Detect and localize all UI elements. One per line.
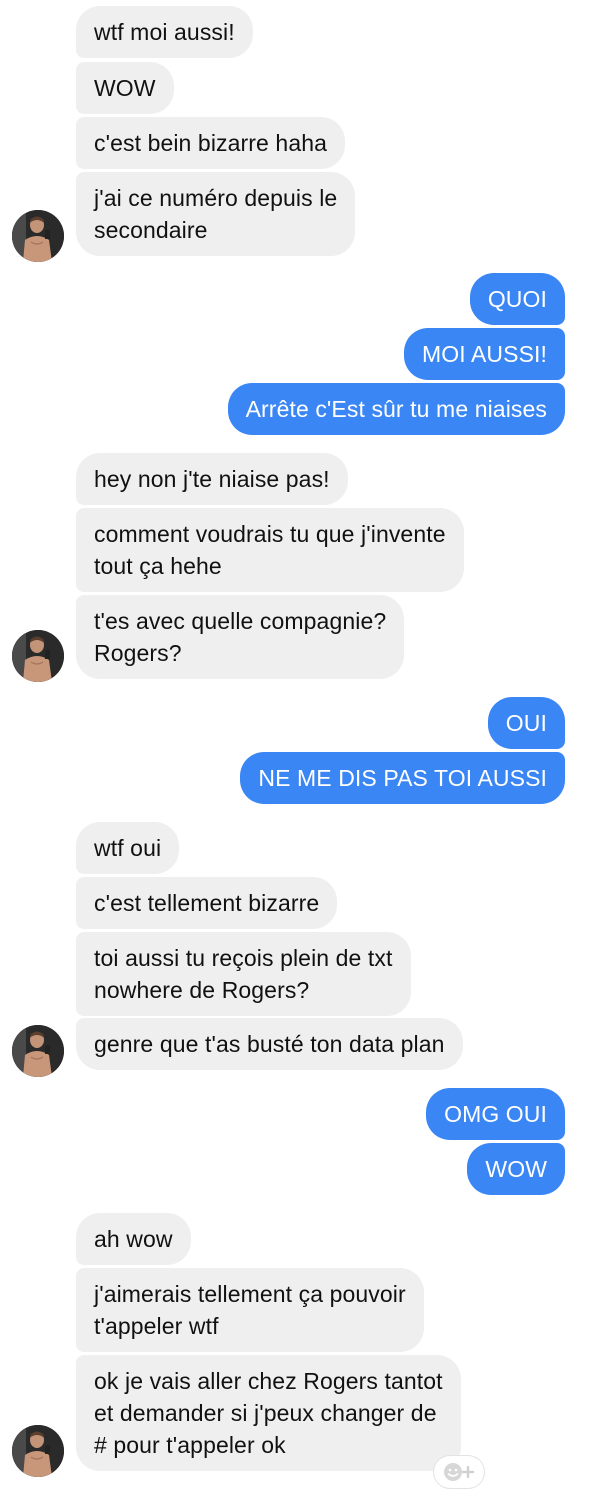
received-message[interactable]: j'aimerais tellement ça pouvoir t'appele… — [76, 1268, 424, 1352]
contact-avatar[interactable] — [12, 1425, 64, 1477]
sent-message[interactable]: QUOI — [469, 273, 565, 325]
sent-message[interactable]: MOI AUSSI! — [404, 328, 565, 380]
received-message[interactable]: t'es avec quelle compagnie? Rogers? — [76, 595, 405, 679]
received-message[interactable]: hey non j'te niaise pas! — [76, 453, 348, 505]
sent-message[interactable]: OUI — [487, 697, 565, 749]
sent-message[interactable]: WOW — [467, 1143, 565, 1195]
contact-avatar[interactable] — [12, 1025, 64, 1077]
sent-message[interactable]: OMG OUI — [426, 1088, 565, 1140]
received-message[interactable]: c'est bein bizarre haha — [76, 117, 345, 169]
received-message[interactable]: j'ai ce numéro depuis le secondaire — [76, 172, 356, 256]
contact-avatar[interactable] — [12, 210, 64, 262]
sent-message[interactable]: Arrête c'Est sûr tu me niaises — [227, 383, 565, 435]
received-message[interactable]: comment voudrais tu que j'invente tout ç… — [76, 508, 464, 592]
received-message[interactable]: wtf moi aussi! — [76, 6, 253, 58]
received-message[interactable]: ah wow — [76, 1213, 191, 1265]
received-message[interactable]: wtf oui — [76, 822, 180, 874]
received-message[interactable]: c'est tellement bizarre — [76, 877, 338, 929]
received-message[interactable]: ok je vais aller chez Rogers tantot et d… — [76, 1355, 461, 1471]
contact-avatar[interactable] — [12, 630, 64, 682]
received-message[interactable]: toi aussi tu reçois plein de txt nowhere… — [76, 932, 411, 1016]
received-message[interactable]: genre que t'as busté ton data plan — [76, 1018, 463, 1070]
add-reaction-button[interactable] — [434, 1456, 484, 1488]
add-reaction-icon — [444, 1463, 475, 1481]
sent-message[interactable]: NE ME DIS PAS TOI AUSSI — [240, 752, 565, 804]
received-message[interactable]: WOW — [76, 62, 174, 114]
